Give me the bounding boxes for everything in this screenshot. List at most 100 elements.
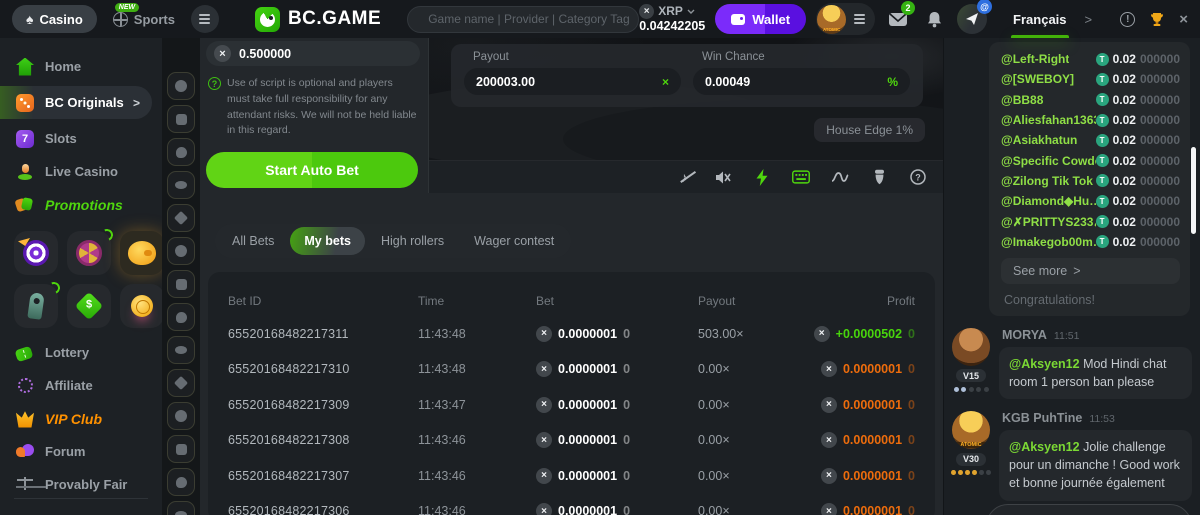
- avatar[interactable]: [952, 328, 990, 366]
- winner-row[interactable]: @Diamond◆Hu… T 0.02000000: [1001, 191, 1180, 211]
- ring-game-icon[interactable]: [167, 435, 195, 463]
- tab-high-rollers[interactable]: High rollers: [367, 227, 458, 255]
- help-button[interactable]: ?: [909, 168, 927, 186]
- table-row[interactable]: 65520168482217308 11:43:46 ×0.00000010 0…: [228, 423, 915, 459]
- seed-button[interactable]: [870, 168, 888, 186]
- keno-game-icon[interactable]: [167, 402, 195, 430]
- chat-scrollbar[interactable]: [1191, 147, 1196, 234]
- chat-language-tab[interactable]: Français: [1013, 12, 1066, 27]
- bet-time: 11:43:46: [418, 504, 536, 515]
- chat-rules-button[interactable]: !: [1120, 12, 1135, 27]
- chat-close-button[interactable]: ×: [1179, 11, 1188, 28]
- turbo-button[interactable]: [753, 168, 771, 186]
- winner-name[interactable]: @✗PRITTYS233✗: [1001, 215, 1096, 229]
- tab-wager-contest[interactable]: Wager contest: [460, 227, 568, 255]
- promo-tile-piggy[interactable]: [120, 231, 162, 275]
- mention-link[interactable]: @Aksyen12: [1009, 357, 1080, 371]
- chat-toggle-button[interactable]: @: [957, 4, 987, 34]
- table-row[interactable]: 65520168482217311 11:43:48 ×0.00000010 5…: [228, 316, 915, 352]
- chat-contest-button[interactable]: [1149, 12, 1165, 27]
- hotkeys-button[interactable]: [792, 168, 810, 186]
- bomb-game-icon[interactable]: [167, 171, 195, 199]
- winner-name[interactable]: @Imakegob00m…: [1001, 235, 1096, 249]
- promo-tile-coins[interactable]: [120, 284, 162, 328]
- sidebar-item-bc-originals[interactable]: BC Originals >: [0, 86, 152, 119]
- plinko-game-icon[interactable]: [167, 204, 195, 232]
- table-row[interactable]: 65520168482217310 11:43:48 ×0.00000010 0…: [228, 352, 915, 388]
- chevron-right-icon[interactable]: >: [1085, 12, 1093, 27]
- promo-tile-tag[interactable]: [67, 284, 111, 328]
- winner-row[interactable]: @Imakegob00m… T 0.02000000: [1001, 232, 1180, 252]
- nav-menu-button[interactable]: [191, 5, 219, 33]
- winner-name[interactable]: @BB88: [1001, 93, 1043, 107]
- winner-row[interactable]: @Zilong Tik Tok T 0.02000000: [1001, 171, 1180, 191]
- sidebar-item-provably-fair[interactable]: Provably Fair: [0, 468, 162, 501]
- music-off-button[interactable]: ♪: [675, 168, 693, 186]
- winner-name[interactable]: @Diamond◆Hu…: [1001, 194, 1096, 208]
- winner-name[interactable]: @Zilong Tik Tok: [1001, 174, 1093, 188]
- start-auto-bet-button[interactable]: Start Auto Bet: [206, 152, 418, 188]
- sound-off-button[interactable]: [714, 168, 732, 186]
- winner-row[interactable]: @[SWEBOY] T 0.02000000: [1001, 69, 1180, 89]
- sidebar-item-live-casino[interactable]: Live Casino: [0, 155, 162, 188]
- bet-payout: 0.00×: [698, 469, 813, 483]
- winner-row[interactable]: @Asiakhatun T 0.02000000: [1001, 130, 1180, 150]
- table-row[interactable]: 65520168482217307 11:43:46 ×0.00000010 0…: [228, 458, 915, 494]
- winner-amount: T 0.02000000: [1096, 235, 1180, 249]
- chips-game-icon[interactable]: [167, 501, 195, 515]
- sidebar-item-affiliate[interactable]: Affiliate: [0, 369, 162, 402]
- winner-row[interactable]: @Left-Right T 0.02000000: [1001, 49, 1180, 69]
- crash-game-icon[interactable]: [167, 72, 195, 100]
- casino-toggle[interactable]: ♠ Casino: [12, 5, 97, 33]
- sidebar-item-promotions[interactable]: Promotions: [0, 188, 162, 221]
- winner-name[interactable]: @Asiakhatun: [1001, 133, 1077, 147]
- promo-tile-rocket[interactable]: [14, 284, 58, 328]
- sidebar-item-home[interactable]: Home: [0, 50, 162, 83]
- promo-tile-target[interactable]: [14, 231, 58, 275]
- chat-message-input[interactable]: [986, 504, 1192, 515]
- sidebar-item-lottery[interactable]: Lottery: [0, 336, 162, 369]
- ball-game-icon[interactable]: [167, 105, 195, 133]
- table-row[interactable]: 65520168482217306 11:43:46 ×0.00000010 0…: [228, 494, 915, 515]
- tab-all-bets[interactable]: All Bets: [218, 227, 288, 255]
- bcgame-logo[interactable]: BC.GAME: [255, 7, 381, 32]
- winner-row[interactable]: @BB88 T 0.02000000: [1001, 90, 1180, 110]
- sports-toggle[interactable]: NEW Sports: [107, 12, 181, 27]
- winner-name[interactable]: @Aliesfahan1363: [1001, 113, 1096, 127]
- winner-row[interactable]: @✗PRITTYS233✗ T 0.02000000: [1001, 211, 1180, 231]
- inbox-button[interactable]: 2: [885, 6, 911, 32]
- currency-selector[interactable]: × XRP 0.04242205: [639, 4, 705, 33]
- sidebar-item-slots[interactable]: 7 Slots: [0, 122, 162, 155]
- sidebar-item-vip-club[interactable]: VIP Club: [0, 402, 162, 435]
- stats-button[interactable]: [831, 168, 849, 186]
- notifications-button[interactable]: [921, 6, 947, 32]
- table-row[interactable]: 65520168482217309 11:43:47 ×0.00000010 0…: [228, 387, 915, 423]
- mine-game-icon[interactable]: [167, 336, 195, 364]
- dice-game-icon[interactable]: [167, 138, 195, 166]
- tab-my-bets[interactable]: My bets: [290, 227, 365, 255]
- avatar[interactable]: ATOMIC: [952, 411, 990, 449]
- winner-row[interactable]: @Specific Cowden T 0.02000000: [1001, 150, 1180, 170]
- eggs-game-icon[interactable]: [167, 270, 195, 298]
- bet-amount-input[interactable]: × 0.500000: [206, 41, 420, 66]
- game-search-input[interactable]: Game name | Provider | Category Tag: [407, 6, 639, 33]
- roulette-game-icon[interactable]: [167, 237, 195, 265]
- wallet-button[interactable]: Wallet: [715, 4, 806, 34]
- chat-message: V15 MORYA 11:51 @Aksyen12 Mod Hindi chat…: [951, 328, 1192, 399]
- winner-name[interactable]: @Specific Cowden: [1001, 154, 1096, 168]
- payout-input[interactable]: 200003.00 ×: [464, 68, 681, 95]
- winner-name[interactable]: @[SWEBOY]: [1001, 72, 1074, 86]
- winner-name[interactable]: @Left-Right: [1001, 52, 1069, 66]
- see-more-button[interactable]: See more >: [1001, 258, 1180, 284]
- limbo-game-icon[interactable]: [167, 369, 195, 397]
- message-username[interactable]: MORYA: [1002, 328, 1047, 342]
- promo-tile-wheel[interactable]: [67, 231, 111, 275]
- coinflip-game-icon[interactable]: [167, 303, 195, 331]
- blade-game-icon[interactable]: [167, 468, 195, 496]
- win-chance-input[interactable]: 0.00049 %: [693, 68, 910, 95]
- profile-menu[interactable]: [816, 3, 875, 35]
- winner-row[interactable]: @Aliesfahan1363 T 0.02000000: [1001, 110, 1180, 130]
- message-username[interactable]: KGB PuhTine: [1002, 411, 1082, 425]
- mention-link[interactable]: @Aksyen12: [1009, 440, 1080, 454]
- sidebar-item-forum[interactable]: Forum: [0, 435, 162, 468]
